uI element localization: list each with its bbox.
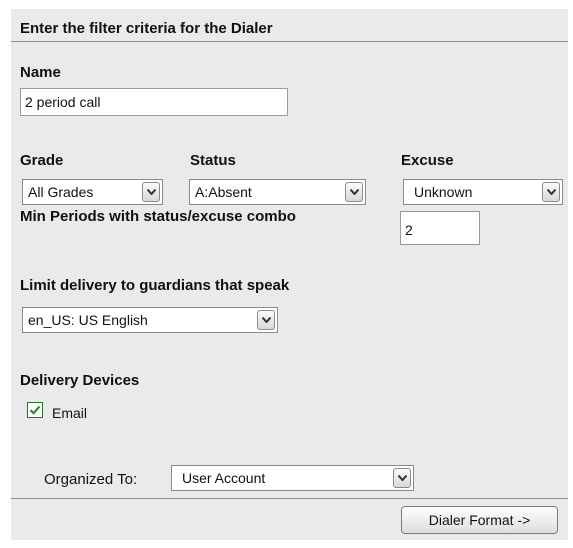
excuse-label: Excuse bbox=[401, 152, 454, 169]
status-select-value: A:Absent bbox=[195, 184, 252, 200]
grade-select-value: All Grades bbox=[28, 184, 94, 200]
organized-to-select-value: User Account bbox=[182, 470, 266, 486]
chevron-down-icon[interactable] bbox=[393, 468, 411, 488]
chevron-down-icon[interactable] bbox=[142, 182, 160, 202]
language-select[interactable]: en_US: US English bbox=[22, 307, 278, 333]
footer-divider bbox=[11, 498, 568, 499]
panel-title: Enter the filter criteria for the Dialer bbox=[20, 20, 273, 37]
chevron-down-icon[interactable] bbox=[542, 182, 560, 202]
name-label: Name bbox=[20, 64, 61, 81]
delivery-devices-label: Delivery Devices bbox=[20, 372, 140, 389]
language-label: Limit delivery to guardians that speak bbox=[20, 277, 290, 294]
grade-select[interactable]: All Grades bbox=[22, 179, 163, 205]
status-label: Status bbox=[190, 152, 236, 169]
organized-to-label: Organized To: bbox=[44, 471, 138, 488]
organized-to-select[interactable]: User Account bbox=[171, 465, 414, 491]
chevron-down-icon[interactable] bbox=[257, 310, 275, 330]
language-select-value: en_US: US English bbox=[28, 312, 148, 328]
grade-label: Grade bbox=[20, 152, 64, 169]
status-select[interactable]: A:Absent bbox=[189, 179, 366, 205]
name-input[interactable] bbox=[20, 88, 288, 116]
email-checkbox[interactable] bbox=[27, 402, 43, 418]
header-divider bbox=[11, 41, 568, 42]
chevron-down-icon[interactable] bbox=[345, 182, 363, 202]
email-label: Email bbox=[52, 405, 88, 421]
checkmark-icon bbox=[29, 405, 41, 415]
dialer-format-button[interactable]: Dialer Format -> bbox=[401, 506, 558, 534]
min-periods-label: Min Periods with status/excuse combo bbox=[20, 208, 296, 225]
excuse-select-value: Unknown bbox=[414, 184, 473, 200]
excuse-select[interactable]: Unknown bbox=[403, 179, 563, 205]
dialer-filter-panel: Enter the filter criteria for the Dialer… bbox=[11, 9, 568, 540]
min-periods-input[interactable] bbox=[400, 211, 480, 245]
